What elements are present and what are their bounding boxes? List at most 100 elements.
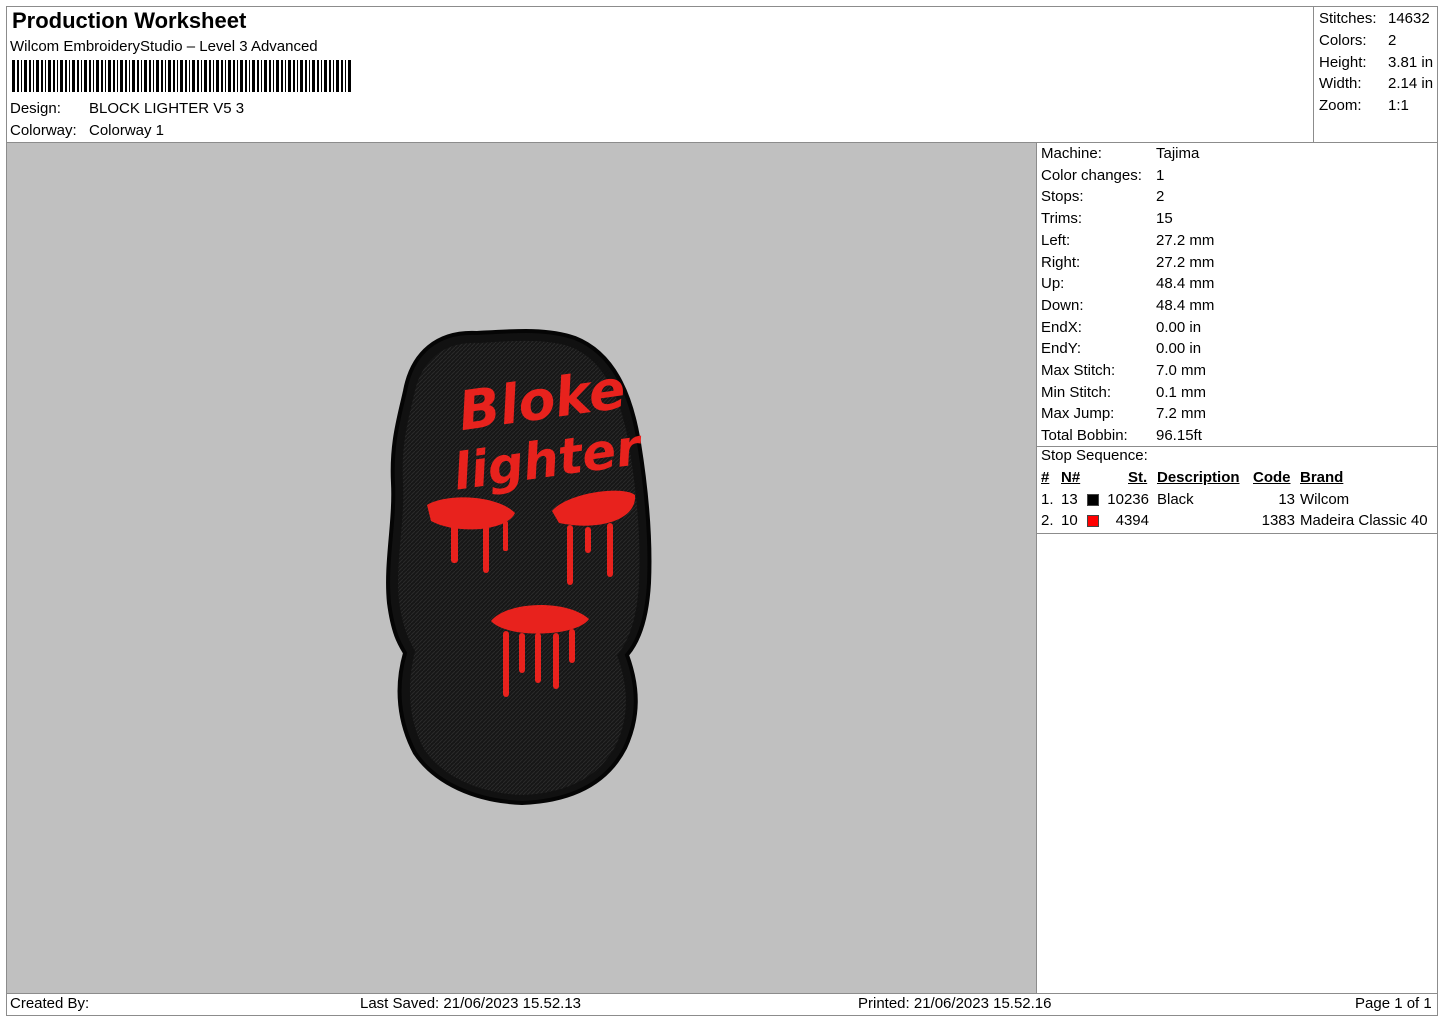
color-swatch — [1087, 515, 1099, 527]
barcode-bar — [36, 60, 39, 92]
footer-divider — [7, 993, 1437, 994]
stop-sequence-table: # N# St. Description Code Brand 1. 13 1023… — [1041, 468, 1441, 533]
barcode-bar — [213, 60, 214, 92]
barcode-bar — [84, 60, 87, 92]
barcode-bar — [288, 60, 291, 92]
summary-label: Stitches: — [1319, 10, 1377, 27]
detail-value: 7.0 mm — [1156, 362, 1207, 380]
table-row: 1. 13 10236 Black 13 Wilcom — [1041, 490, 1441, 512]
barcode-bar — [345, 60, 346, 92]
detail-value: 0.00 in — [1156, 318, 1202, 336]
detail-label: Stops: — [1041, 188, 1084, 206]
detail-label: EndX: — [1041, 318, 1082, 336]
barcode-bar — [156, 60, 159, 92]
detail-value: 2 — [1156, 188, 1165, 206]
detail-value: 27.2 mm — [1156, 231, 1215, 249]
barcode-bar — [101, 60, 103, 92]
summary-label: Zoom: — [1319, 97, 1362, 115]
barcode-bar — [93, 60, 94, 92]
barcode-bar — [48, 60, 51, 92]
barcode-bar — [189, 60, 190, 92]
detail-value: 7.2 mm — [1156, 405, 1207, 423]
detail-row: Stops: 2 — [1041, 186, 1214, 208]
design-canvas: Bloke lighter — [7, 143, 1036, 993]
barcode-bar — [252, 60, 255, 92]
barcode-bar — [309, 60, 310, 92]
stitch-count: 4394 — [1115, 512, 1149, 529]
detail-value: 15 — [1156, 210, 1173, 228]
stop-number: 1. — [1041, 490, 1054, 508]
detail-label: Left: — [1041, 231, 1071, 249]
barcode-bar — [137, 60, 139, 92]
detail-row: Max Jump: 7.2 mm — [1041, 403, 1214, 425]
barcode-bar — [209, 60, 211, 92]
barcode-bar — [29, 60, 31, 92]
barcode-bar — [225, 60, 226, 92]
barcode-bar — [293, 60, 295, 92]
page-title: Production Worksheet — [12, 8, 247, 33]
barcode-bar — [285, 60, 286, 92]
barcode-bar — [273, 60, 274, 92]
barcode-bar — [168, 60, 171, 92]
barcode-bar — [24, 60, 27, 92]
barcode-bar — [105, 60, 106, 92]
detail-label: Right: — [1041, 253, 1081, 271]
summary-panel: Stitches: 14632 Colors: 2 Height: 3.81 in W… — [1319, 8, 1433, 117]
design-label: Design: — [10, 100, 61, 117]
summary-row: Width: 2.14 in — [1319, 73, 1433, 95]
barcode-bar — [89, 60, 91, 92]
column-header: Code — [1253, 469, 1291, 486]
design-value: BLOCK LIGHTER V5 3 — [89, 100, 245, 117]
colorway-label: Colorway: — [10, 122, 77, 139]
barcode-bar — [249, 60, 250, 92]
detail-row: Total Bobbin: 96.15ft — [1041, 425, 1214, 447]
barcode-bar — [297, 60, 298, 92]
barcode-bar — [281, 60, 283, 92]
barcode-bar — [41, 60, 43, 92]
barcode-bar — [21, 60, 22, 92]
barcode-bar — [108, 60, 111, 92]
detail-row: Down: 48.4 mm — [1041, 295, 1214, 317]
barcode-bar — [204, 60, 207, 92]
detail-row: Machine: Tajima — [1041, 143, 1214, 165]
barcode-bar — [261, 60, 262, 92]
barcode-bar — [53, 60, 55, 92]
barcode-bar — [161, 60, 163, 92]
column-header: N# — [1061, 469, 1081, 486]
detail-row: Right: 27.2 mm — [1041, 252, 1214, 274]
thread-brand: Madeira Classic 40 — [1300, 512, 1428, 529]
barcode-bar — [192, 60, 195, 92]
details-divider — [1036, 143, 1037, 993]
barcode-bar — [65, 60, 67, 92]
detail-label: Color changes: — [1041, 166, 1142, 184]
detail-value: 0.1 mm — [1156, 383, 1207, 401]
barcode-bar — [269, 60, 271, 92]
summary-value: 3.81 in — [1388, 53, 1434, 71]
barcode-bar — [336, 60, 339, 92]
summary-row: Zoom: 1:1 — [1319, 95, 1433, 117]
summary-value: 2.14 in — [1388, 75, 1434, 93]
detail-value: 48.4 mm — [1156, 275, 1215, 293]
table-row: 2. 10 4394 1383 Madeira Classic 40 — [1041, 511, 1441, 533]
barcode-bar — [96, 60, 99, 92]
barcode-bar — [81, 60, 82, 92]
barcode-bar — [333, 60, 334, 92]
detail-row: Trims: 15 — [1041, 208, 1214, 230]
summary-row: Colors: 2 — [1319, 30, 1433, 52]
barcode-bar — [77, 60, 79, 92]
barcode-bar — [329, 60, 331, 92]
needle-number: 10 — [1061, 512, 1078, 529]
detail-label: EndY: — [1041, 340, 1082, 358]
barcode-bar — [197, 60, 199, 92]
summary-value: 2 — [1388, 31, 1397, 49]
colorway-value: Colorway 1 — [89, 122, 165, 139]
design-row: Design: BLOCK LIGHTER V5 3 — [10, 100, 244, 117]
barcode-bar — [324, 60, 327, 92]
barcode-bar — [141, 60, 142, 92]
colorway-row: Colorway: Colorway 1 — [10, 122, 164, 139]
barcode-bar — [153, 60, 154, 92]
summary-row: Stitches: 14632 — [1319, 8, 1433, 30]
summary-divider — [1313, 7, 1314, 142]
barcode-bar — [317, 60, 319, 92]
summary-value: 14632 — [1388, 10, 1430, 27]
